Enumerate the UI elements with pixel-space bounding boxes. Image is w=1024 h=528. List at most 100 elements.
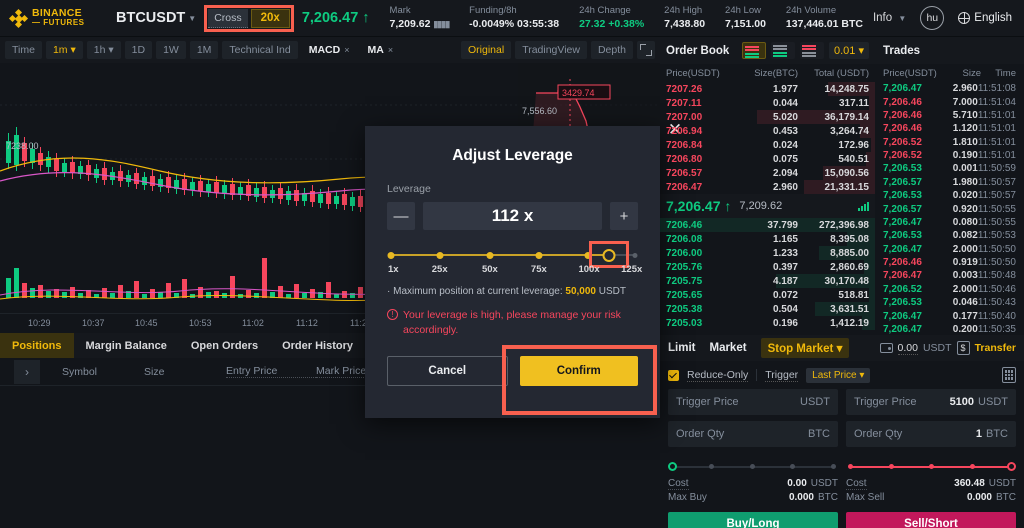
orderbook-view-asks-icon[interactable] xyxy=(800,42,824,59)
header-mark-price: Mark 7,209.62 ▮▮▮▮ xyxy=(389,4,451,32)
time-tick: 11:12 xyxy=(296,318,318,328)
order-book-row[interactable]: 7207.11 0.044 317.11 xyxy=(660,96,875,110)
buy-fields: Trigger Price USDT Order Qty BTC xyxy=(668,389,838,453)
close-icon[interactable]: × xyxy=(344,45,349,55)
indicator-ma[interactable]: MA × xyxy=(360,41,400,59)
leverage-tick-label: 75x xyxy=(530,264,547,275)
tab-open-orders[interactable]: Open Orders xyxy=(179,333,270,358)
leverage-slider[interactable]: 1x 25x 50x 75x 100x 125x xyxy=(387,241,642,278)
tab-positions[interactable]: Positions xyxy=(0,333,74,358)
chart-btn-1M[interactable]: 1M xyxy=(189,41,219,59)
trade-size: 0.177 xyxy=(952,310,978,322)
chevron-down-icon: ▼ xyxy=(188,13,197,23)
trade-row: 7,206.52 1.810 11:51:01 xyxy=(875,136,1024,149)
tab-order-history[interactable]: Order History xyxy=(270,333,365,358)
language-selector[interactable]: English xyxy=(958,12,1012,24)
chart-btn-1m[interactable]: 1m ▾ xyxy=(45,41,83,59)
chart-view-tradingview[interactable]: TradingView xyxy=(515,41,587,59)
buy-amount-slider[interactable] xyxy=(668,461,838,473)
order-book-row[interactable]: 7207.26 1.977 14,248.75 xyxy=(660,82,875,96)
chart-btn-1d[interactable]: 1D xyxy=(124,41,153,59)
tab-stop-market[interactable]: Stop Market ▾ xyxy=(760,338,850,358)
expand-row-icon[interactable]: › xyxy=(14,359,40,384)
leverage-badge[interactable]: 20x xyxy=(250,8,290,28)
chart-btn-1w[interactable]: 1W xyxy=(156,41,186,59)
order-fields: Trigger Price USDT Order Qty BTC Trigger… xyxy=(660,389,1024,453)
leverage-selector[interactable]: Cross 20x xyxy=(204,4,294,32)
order-book-row[interactable]: 7206.47 2.960 21,331.15 xyxy=(660,180,875,194)
indicator-macd[interactable]: MACD × xyxy=(302,41,357,59)
binance-logo[interactable]: BINANCE — FUTURES xyxy=(0,8,108,28)
trade-time: 11:51:01 xyxy=(977,136,1016,148)
symbol-selector[interactable]: BTCUSDT xyxy=(116,10,185,26)
trade-price: 7,206.47 xyxy=(883,310,922,322)
mark-value: 7,209.62 xyxy=(389,18,431,31)
sell-amount-slider[interactable] xyxy=(846,461,1016,473)
tab-market[interactable]: Market xyxy=(709,342,746,354)
chart-btn-technical-ind[interactable]: Technical Ind xyxy=(222,41,298,59)
max-buy-row: Max Buy 0.000 BTC xyxy=(668,492,838,503)
chart-view-original[interactable]: Original xyxy=(461,41,512,59)
transfer-button[interactable]: Transfer xyxy=(975,342,1016,354)
chart-view-depth[interactable]: Depth xyxy=(590,41,633,59)
depth-tooltip-value: 3429.74 xyxy=(562,88,595,98)
orderbook-view-both-icon[interactable] xyxy=(742,42,766,59)
trade-time: 11:50:55 xyxy=(977,203,1016,215)
chart-btn-1h[interactable]: 1h ▾ xyxy=(86,41,121,59)
trade-row: 7,206.46 0.919 11:50:50 xyxy=(875,256,1024,269)
trade-size: 0.020 xyxy=(952,190,978,202)
trade-size: 2.960 xyxy=(952,83,978,95)
reduce-only-checkbox[interactable] xyxy=(668,369,679,381)
fullscreen-icon[interactable] xyxy=(637,41,655,59)
order-book-row[interactable]: 7206.84 0.024 172.96 xyxy=(660,138,875,152)
order-book-row[interactable]: 7206.94 0.453 3,264.74 xyxy=(660,124,875,138)
dollar-icon[interactable]: $ xyxy=(956,341,970,355)
sell-cost-row: Cost 360.48 USDT xyxy=(846,478,1016,490)
trade-row: 7,206.57 0.920 11:50:55 xyxy=(875,202,1024,215)
leverage-increase-button[interactable]: + xyxy=(610,202,638,230)
trigger-type-selector[interactable]: Last Price ▾ xyxy=(806,367,871,383)
sell-order-qty-input[interactable]: Order Qty 1 BTC xyxy=(846,421,1016,447)
order-book-title: Order Book xyxy=(666,44,730,57)
chart-btn-time[interactable]: Time xyxy=(5,41,42,59)
buy-trigger-price-input[interactable]: Trigger Price USDT xyxy=(668,389,838,415)
order-book-row[interactable]: 7206.80 0.075 540.51 xyxy=(660,152,875,166)
order-book-row[interactable]: 7206.08 1.165 8,395.08 xyxy=(660,232,875,246)
header-24h-change: 24h Change 27.32 +0.38% xyxy=(579,5,644,32)
sell-short-button[interactable]: Sell/Short xyxy=(846,512,1016,528)
sell-trigger-price-input[interactable]: Trigger Price 5100 USDT xyxy=(846,389,1016,415)
buy-cost-row: Cost 0.00 USDT xyxy=(668,478,838,490)
cancel-button[interactable]: Cancel xyxy=(387,356,508,387)
margin-mode-button[interactable]: Cross xyxy=(208,8,248,28)
info-menu[interactable]: Info ▼ xyxy=(873,12,906,24)
mark-label: Mark xyxy=(389,4,411,16)
low-value: 7,151.00 xyxy=(725,18,766,31)
funding-label: Funding/8h xyxy=(469,4,517,16)
order-book-row[interactable]: 7207.00 5.020 36,179.14 xyxy=(660,110,875,124)
time-tick: 10:53 xyxy=(189,318,212,328)
close-icon[interactable]: × xyxy=(388,45,393,55)
trade-time: 11:50:55 xyxy=(977,216,1016,228)
amount-sliders xyxy=(660,453,1024,475)
calculator-icon[interactable] xyxy=(1002,367,1016,383)
leverage-decrease-button[interactable]: — xyxy=(387,202,415,230)
trade-price: 7,206.47 xyxy=(883,243,922,255)
buy-long-button[interactable]: Buy/Long xyxy=(668,512,838,528)
leverage-value-input[interactable]: 112 x xyxy=(423,202,602,230)
order-book-row[interactable]: 7206.46 37.799 272,396.98 xyxy=(660,218,875,232)
trade-price: 7,206.47 xyxy=(883,216,922,228)
trade-time: 11:50:43 xyxy=(977,297,1016,309)
order-book-row[interactable]: 7205.38 0.504 3,631.51 xyxy=(660,302,875,316)
buy-order-qty-input[interactable]: Order Qty BTC xyxy=(668,421,838,447)
order-book-row[interactable]: 7205.03 0.196 1,412.19 xyxy=(660,316,875,330)
tab-limit[interactable]: Limit xyxy=(668,342,695,354)
orderbook-tick-size-selector[interactable]: 0.01 ▾ xyxy=(829,42,869,59)
tab-margin-balance[interactable]: Margin Balance xyxy=(74,333,179,358)
orderbook-view-bids-icon[interactable] xyxy=(771,42,795,59)
order-book-row[interactable]: 7205.75 4.187 30,170.48 xyxy=(660,274,875,288)
avatar[interactable]: hu xyxy=(920,6,945,30)
order-book-row[interactable]: 7206.57 2.094 15,090.56 xyxy=(660,166,875,180)
order-book-row[interactable]: 7205.76 0.397 2,860.69 xyxy=(660,260,875,274)
order-book-row[interactable]: 7206.00 1.233 8,885.00 xyxy=(660,246,875,260)
order-book-row[interactable]: 7205.65 0.072 518.81 xyxy=(660,288,875,302)
